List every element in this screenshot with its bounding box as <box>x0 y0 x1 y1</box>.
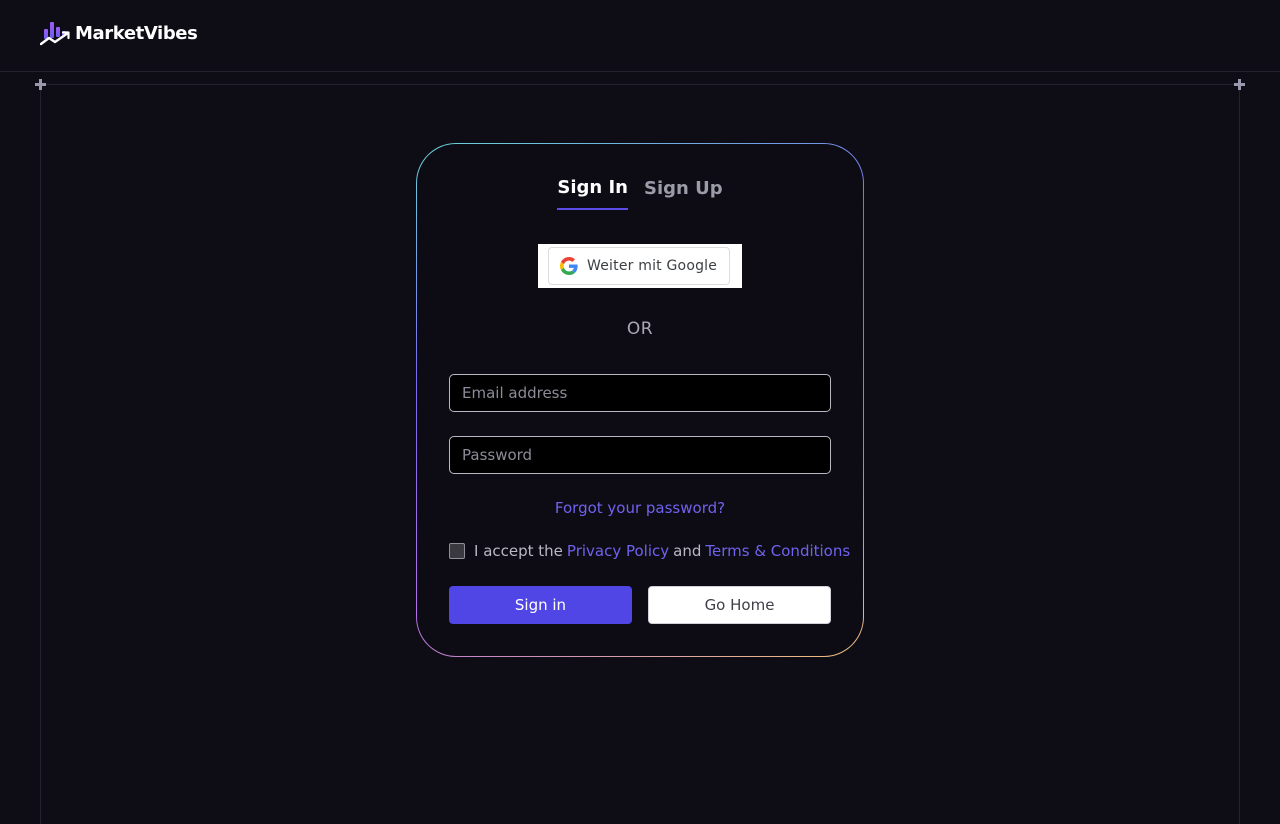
auth-card: Sign In Sign Up Weiter mit Google OR For… <box>417 144 863 656</box>
terms-and-text: and <box>673 542 702 560</box>
tab-sign-up[interactable]: Sign Up <box>644 178 723 210</box>
google-signin-button[interactable]: Weiter mit Google <box>548 247 730 285</box>
google-signin-label: Weiter mit Google <box>587 258 718 274</box>
email-field[interactable] <box>449 374 831 412</box>
terms-conditions-link[interactable]: Terms & Conditions <box>705 542 850 560</box>
corner-plus-icon-left <box>35 79 46 90</box>
brand-logo-link[interactable]: MarketVibes <box>40 20 198 46</box>
top-header: MarketVibes <box>0 0 1280 72</box>
sign-in-button[interactable]: Sign in <box>449 586 632 624</box>
terms-prefix-text: I accept the <box>474 542 563 560</box>
google-signin-container: Weiter mit Google <box>538 244 742 288</box>
password-field[interactable] <box>449 436 831 474</box>
corner-plus-icon-right <box>1234 79 1245 90</box>
go-home-button[interactable]: Go Home <box>648 586 831 624</box>
tab-sign-in[interactable]: Sign In <box>557 177 628 210</box>
brand-name: MarketVibes <box>75 22 198 44</box>
auth-tabs: Sign In Sign Up <box>417 177 863 210</box>
privacy-policy-link[interactable]: Privacy Policy <box>567 542 669 560</box>
terms-row: I accept the Privacy Policy and Terms & … <box>449 542 850 560</box>
bar-chart-trend-logo-icon <box>40 22 70 46</box>
auth-card-border: Sign In Sign Up Weiter mit Google OR For… <box>416 143 864 657</box>
forgot-password-link[interactable]: Forgot your password? <box>417 499 863 517</box>
google-g-icon <box>560 257 578 275</box>
terms-checkbox[interactable] <box>449 543 465 559</box>
or-divider: OR <box>626 319 654 339</box>
